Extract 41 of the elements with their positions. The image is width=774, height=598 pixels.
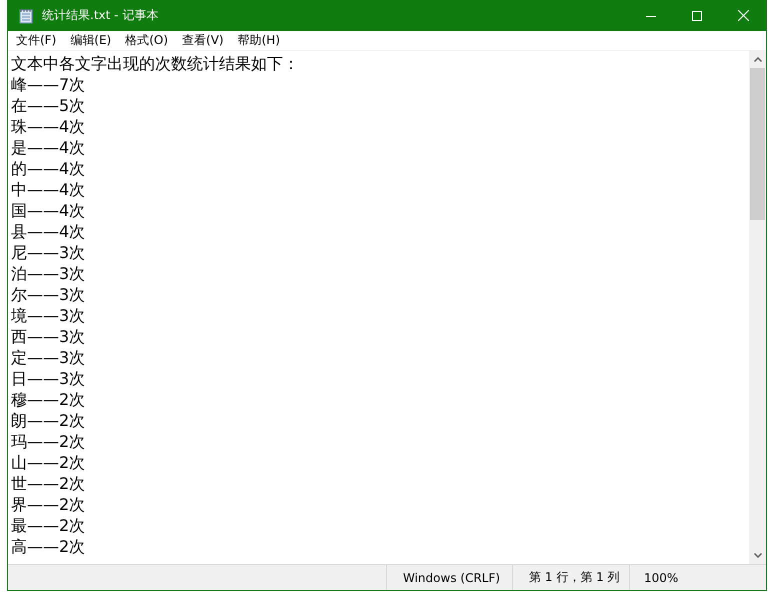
text-line: 日——3次: [11, 368, 86, 389]
scroll-up-icon: [754, 57, 762, 62]
menu-item[interactable]: 编辑(E): [63, 32, 118, 49]
text-line: 尔——3次: [11, 284, 86, 305]
text-line: 中——4次: [11, 179, 86, 200]
text-line: 文本中各文字出现的次数统计结果如下：: [11, 53, 299, 74]
text-line: 是——4次: [11, 137, 86, 158]
maximize-icon: [692, 10, 702, 20]
text-line: 国——4次: [11, 200, 86, 221]
text-line: 定——3次: [11, 347, 86, 368]
text-line: 最——2次: [11, 515, 86, 536]
text-line: 世——2次: [11, 473, 86, 494]
menu-item[interactable]: 格式(O): [118, 32, 176, 49]
text-line: 泊——3次: [11, 263, 86, 284]
menu-item[interactable]: 文件(F): [9, 32, 64, 49]
scrollbar[interactable]: [749, 51, 766, 564]
close-icon: [738, 10, 748, 21]
text-line: 玛——2次: [11, 431, 86, 452]
text-area[interactable]: 文本中各文字出现的次数统计结果如下： 峰——7次 在——5次 珠——4次 是——4次 的——4次 中——4次 国——4次 县——4次 尼——3次 泊——3次 尔——3次 境——3次 西——3次 定——3次 日——3次 穆——2次 朗——2次 玛——2次 山——2次 世——2次 界——2次 最——2次 高——2次: [8, 51, 749, 564]
text-line: 珠——4次: [11, 116, 86, 137]
menu-item[interactable]: 帮助(H): [230, 32, 287, 49]
text-line: 高——2次: [11, 536, 86, 557]
menu-item[interactable]: 查看(V): [175, 32, 231, 49]
text-line: 境——3次: [11, 305, 86, 326]
scroll-thumb[interactable]: [750, 68, 765, 220]
text-line: 尼——3次: [11, 242, 86, 263]
text-line: 山——2次: [11, 452, 86, 473]
text-line: 的——4次: [11, 158, 86, 179]
text-line: 在——5次: [11, 95, 86, 116]
text-line: 穆——2次: [11, 389, 86, 410]
notepad-icon: [19, 8, 33, 24]
text-line: 朗——2次: [11, 410, 86, 431]
text-line: 县——4次: [11, 221, 86, 242]
scroll-down-icon: [754, 553, 762, 558]
line-ending-text: Windows (CRLF): [403, 570, 500, 584]
zoom-level: 100%: [644, 570, 678, 584]
text-line: 界——2次: [11, 494, 86, 515]
text-line: 西——3次: [11, 326, 86, 347]
cursor-position: 第 1 行，第 1 列: [529, 569, 620, 586]
text-line: 峰——7次: [11, 74, 86, 95]
window-title: 统计结果.txt - 记事本: [42, 7, 158, 24]
